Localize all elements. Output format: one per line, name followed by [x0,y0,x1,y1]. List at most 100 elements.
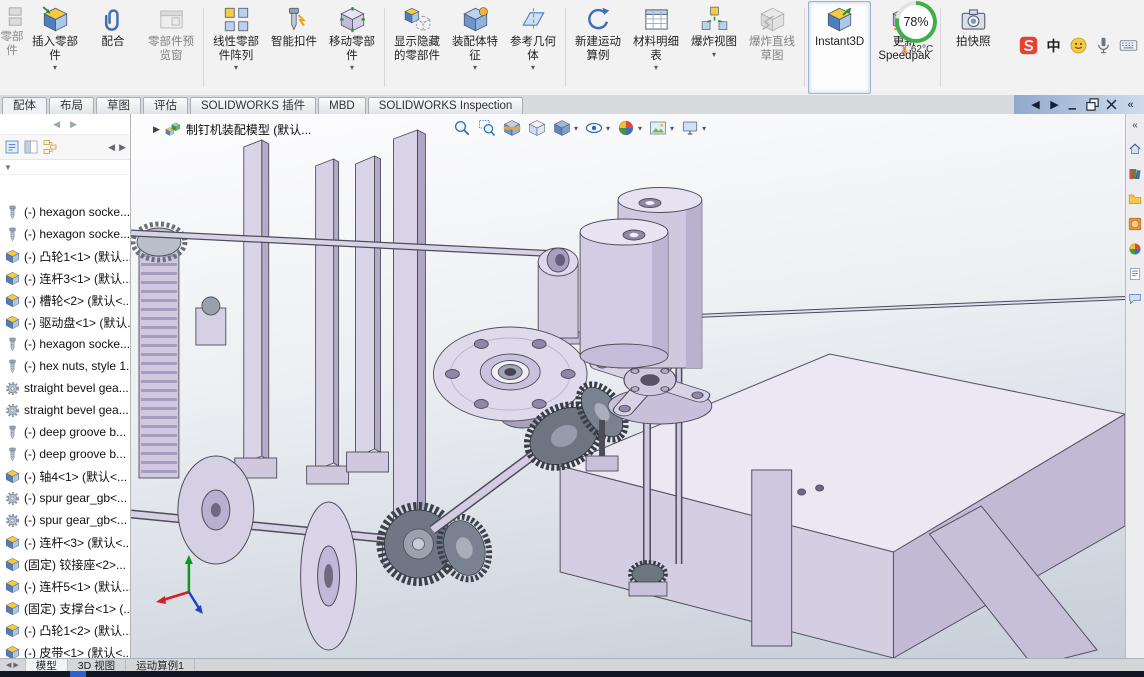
scroll-right-icon[interactable]: ▶ [13,661,18,669]
keyboard-icon[interactable] [1119,36,1138,55]
edit-appearance-icon[interactable] [617,119,635,137]
tree-item[interactable]: (-) 连杆5<1> (默认... [0,575,130,597]
collapse-left-icon[interactable]: ◀ [108,142,115,153]
dropdown-arrow-icon[interactable]: ▾ [702,124,706,133]
taskbar-app-icon[interactable] [70,671,86,677]
tab-scroll-arrows[interactable]: ◀ ▶ [0,659,26,671]
forum-icon[interactable] [1128,292,1142,306]
insert-component-button[interactable]: 插入零部件 ▾ [26,1,84,94]
display-style-icon[interactable] [553,119,571,137]
expand-right-icon[interactable]: ▶ [119,142,126,153]
minimize-icon[interactable] [1066,97,1081,112]
frame-plates[interactable] [234,129,433,565]
tree-item[interactable]: (-) 凸轮1<1> (默认... [0,245,130,267]
tree-item[interactable]: straight bevel gea... [0,377,130,399]
mate-button[interactable]: 配合 [84,1,142,94]
scroll-left-icon[interactable]: ◀ [6,661,11,669]
custom-properties-icon[interactable] [1128,267,1142,281]
forward-icon[interactable]: ▶ [1047,97,1062,112]
view-settings-icon[interactable] [681,119,699,137]
dropdown-arrow-icon[interactable]: ▾ [670,124,674,133]
tree-item[interactable]: (-) 槽轮<2> (默认<... [0,289,130,311]
featuremanager-tree-icon[interactable] [4,139,20,155]
panel-right-arrow-icon[interactable]: ▶ [70,119,77,130]
document-tab-2[interactable]: 运动算例1 [126,659,195,672]
tree-filter-row[interactable]: ▼ [0,160,130,175]
back-icon[interactable]: ◀ [1028,97,1043,112]
cylinder-drums[interactable] [579,187,703,369]
expand-arrow-icon[interactable]: ▶ [153,124,160,135]
tree-item[interactable]: (-) spur gear_gb<... [0,487,130,509]
mic-icon[interactable] [1094,36,1113,55]
lower-shaft-pulleys[interactable] [131,455,421,651]
view-orientation-icon[interactable] [528,119,546,137]
dropdown-arrow-icon[interactable]: ▾ [606,124,610,133]
file-explorer-icon[interactable] [1128,192,1142,206]
command-tab-4[interactable]: SOLIDWORKS 插件 [190,97,317,114]
tree-item[interactable]: (-) deep groove b... [0,421,130,443]
display-pane-icon[interactable] [23,139,39,155]
smart-fasteners-button[interactable]: 智能扣件 [265,1,323,94]
tree-item[interactable]: (-) deep groove b... [0,443,130,465]
rod-bottom-gear[interactable] [628,560,668,597]
bill-of-materials-button[interactable]: 材料明细表 ▾ [627,1,685,94]
tree-item[interactable]: (-) hexagon socke... [0,333,130,355]
upper-shaft[interactable] [131,229,561,258]
tree-item[interactable]: (-) hexagon socke... [0,201,130,223]
tree-item[interactable]: (-) 驱动盘<1> (默认... [0,311,130,333]
apply-scene-icon[interactable] [649,119,667,137]
tree-breadcrumb[interactable]: ▶ 制钉机装配模型 (默认... [153,121,311,138]
panel-left-arrow-icon[interactable]: ◀ [53,119,60,130]
command-tab-5[interactable]: MBD [318,97,366,114]
reference-geometry-button[interactable]: 参考几何体 ▾ [504,1,562,94]
show-hidden-components-button[interactable]: 显示隐藏的零部件 [388,1,446,94]
tree-item[interactable]: (-) hex nuts, style 1... [0,355,130,377]
tree-item[interactable]: (-) 连杆3<1> (默认... [0,267,130,289]
collapse-panel-icon[interactable]: « [1123,97,1138,112]
tree-item[interactable]: (-) 凸轮1<2> (默认... [0,619,130,641]
bearing-support-column[interactable] [531,247,585,345]
smiley-icon[interactable] [1069,36,1088,55]
document-tab-0[interactable]: 模型 [25,659,68,672]
instant3d-button[interactable]: Instant3D [808,1,872,94]
panel-splitter[interactable]: ◀ ▶ [0,114,130,135]
command-tab-6[interactable]: SOLIDWORKS Inspection [367,97,524,114]
command-tab-1[interactable]: 布局 [49,97,94,114]
command-tab-3[interactable]: 评估 [143,97,188,114]
design-library-icon[interactable] [1128,167,1142,181]
tree-item[interactable]: (固定) 支撑台<1> (... [0,597,130,619]
hide-show-items-icon[interactable] [585,119,603,137]
lower-bevel-gears[interactable] [376,502,496,586]
take-snapshot-button[interactable]: 拍快照 [944,1,1002,94]
tree-item[interactable]: (-) spur gear_gb<... [0,509,130,531]
scenes-icon[interactable] [1128,242,1142,256]
zoom-fit-icon[interactable] [453,119,471,137]
tree-item[interactable]: (固定) 铰接座<2>... [0,553,130,575]
clipped-ribbon-button[interactable]: 零部件 [0,0,24,95]
appearances-icon[interactable] [1128,217,1142,231]
assembly-features-button[interactable]: 装配体特征 ▾ [446,1,504,94]
graphics-viewport[interactable]: ▶ 制钉机装配模型 (默认... ▾ ▾ ▾ ▾ ▾ [131,114,1125,659]
new-motion-study-button[interactable]: 新建运动算例 [569,1,627,94]
exploded-view-button[interactable]: 爆炸视图 ▾ [685,1,743,94]
worm-screw[interactable] [131,221,227,479]
command-tab-2[interactable]: 草图 [96,97,141,114]
collapse-taskpane-icon[interactable]: « [1132,120,1138,131]
tree-item[interactable]: (-) 皮带<1> (默认<... [0,641,130,659]
dropdown-arrow-icon[interactable]: ▾ [638,124,642,133]
tree-item[interactable]: straight bevel gea... [0,399,130,421]
close-icon[interactable] [1104,97,1119,112]
command-tab-0[interactable]: 配体 [2,97,47,114]
windows-taskbar-sliver[interactable] [0,671,1144,677]
tree-item[interactable]: (-) hexagon socke... [0,223,130,245]
dropdown-arrow-icon[interactable]: ▾ [574,124,578,133]
tree-item[interactable]: (-) 轴4<1> (默认<... [0,465,130,487]
linear-component-pattern-button[interactable]: 线性零部件阵列 ▾ [207,1,265,94]
lang-zh-icon[interactable]: 中 [1044,36,1063,55]
section-view-icon[interactable] [503,119,521,137]
solidworks-resources-icon[interactable] [1128,142,1142,156]
move-component-button[interactable]: 移动零部件 ▾ [323,1,381,94]
tree-item[interactable]: (-) 连杆<3> (默认<... [0,531,130,553]
sogou-icon[interactable] [1019,36,1038,55]
zoom-area-icon[interactable] [478,119,496,137]
